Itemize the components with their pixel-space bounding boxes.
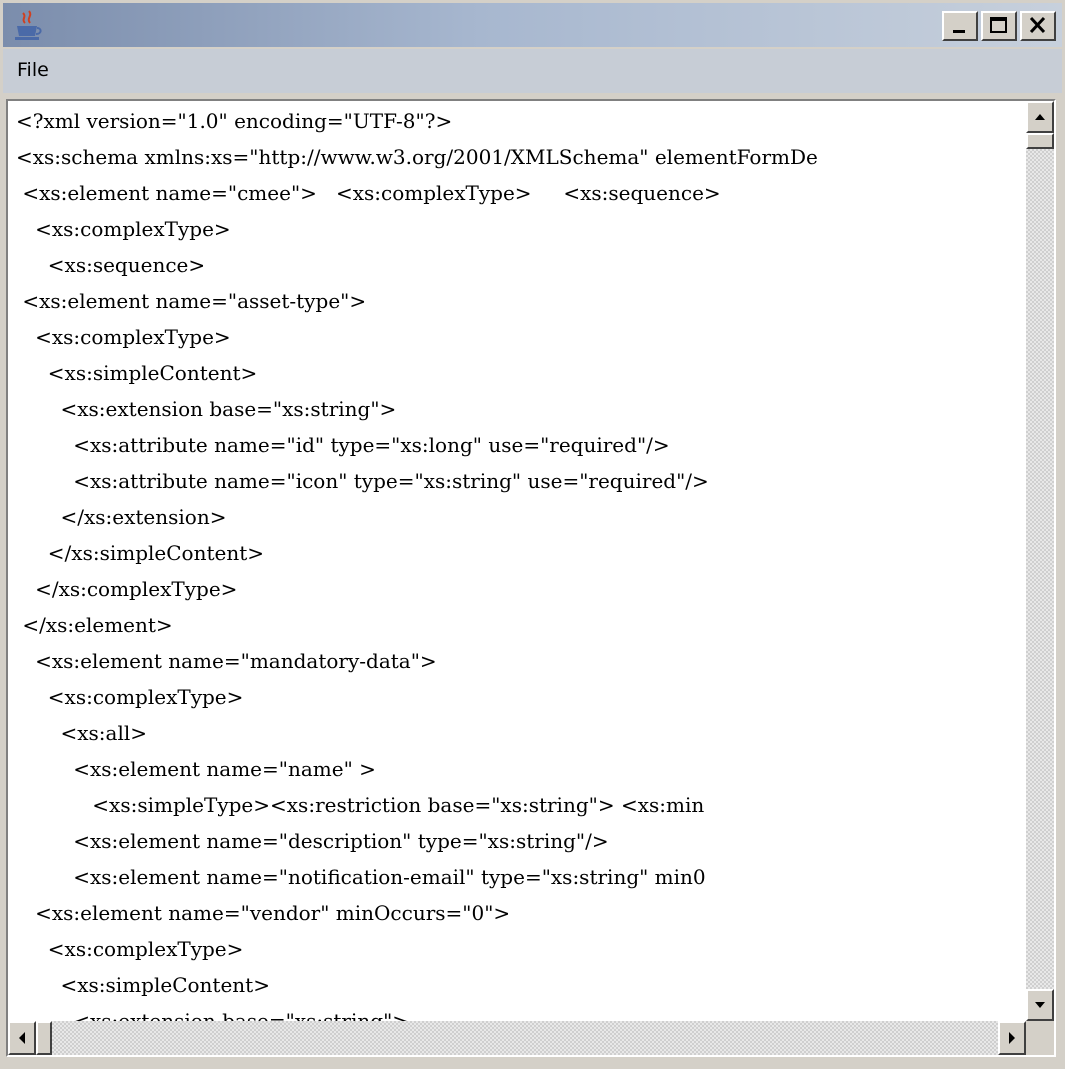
- scroll-up-button[interactable]: [1026, 101, 1054, 133]
- maximize-button[interactable]: [981, 11, 1017, 41]
- vertical-scrollbar[interactable]: [1026, 101, 1054, 1021]
- xml-text-area[interactable]: <?xml version="1.0" encoding="UTF-8"?> <x…: [8, 101, 1026, 1021]
- code-line: <xs:complexType>: [16, 325, 231, 349]
- arrow-up-icon: [1035, 114, 1045, 120]
- code-line: <xs:extension base="xs:string">: [16, 397, 397, 421]
- maximize-icon: [990, 17, 1007, 33]
- vertical-scroll-thumb[interactable]: [1026, 133, 1054, 149]
- title-bar[interactable]: [3, 3, 1062, 47]
- code-line: <xs:element name="name" >: [16, 757, 376, 781]
- horizontal-scroll-thumb[interactable]: [36, 1021, 52, 1055]
- window-controls: [942, 11, 1056, 41]
- minimize-button[interactable]: [942, 11, 978, 41]
- minimize-icon: [953, 30, 965, 33]
- menu-file[interactable]: File: [17, 59, 49, 81]
- close-icon: [1029, 16, 1046, 34]
- code-line: <xs:element name="asset-type">: [16, 289, 367, 313]
- code-line: </xs:extension>: [16, 505, 227, 529]
- code-line: <xs:complexType>: [16, 685, 244, 709]
- scroll-right-button[interactable]: [998, 1021, 1026, 1055]
- code-line: <xs:element name="description" type="xs:…: [16, 829, 609, 853]
- code-line: <xs:complexType>: [16, 217, 231, 241]
- code-line: <xs:attribute name="icon" type="xs:strin…: [16, 469, 709, 493]
- java-cup-icon: [15, 10, 42, 40]
- code-line: <xs:simpleContent>: [16, 361, 258, 385]
- arrow-left-icon: [19, 1032, 25, 1044]
- code-line: </xs:complexType>: [16, 577, 238, 601]
- code-line: <xs:simpleContent>: [16, 973, 270, 997]
- scrollbar-corner: [1026, 1021, 1054, 1055]
- code-line: <xs:element name="mandatory-data">: [16, 649, 437, 673]
- code-line: <xs:sequence>: [16, 253, 206, 277]
- horizontal-scrollbar[interactable]: [8, 1021, 1026, 1055]
- code-line: <xs:schema xmlns:xs="http://www.w3.org/2…: [16, 145, 818, 169]
- code-line: <xs:extension base="xs:string">: [16, 1009, 410, 1021]
- code-line: <?xml version="1.0" encoding="UTF-8"?>: [16, 109, 453, 133]
- code-line: <xs:complexType>: [16, 937, 244, 961]
- scroll-down-button[interactable]: [1026, 989, 1054, 1021]
- scroll-left-button[interactable]: [8, 1021, 36, 1055]
- code-line: <xs:simpleType><xs:restriction base="xs:…: [16, 793, 705, 817]
- arrow-right-icon: [1009, 1032, 1015, 1044]
- code-line: <xs:element name="vendor" minOccurs="0">: [16, 901, 511, 925]
- code-line: <xs:attribute name="id" type="xs:long" u…: [16, 433, 670, 457]
- code-line: <xs:element name="notification-email" ty…: [16, 865, 706, 889]
- code-line: <xs:element name="cmee"> <xs:complexType…: [16, 181, 721, 205]
- close-button[interactable]: [1020, 11, 1056, 41]
- menu-bar: File: [3, 49, 1062, 93]
- code-line: <xs:all>: [16, 721, 148, 745]
- code-line: </xs:element>: [16, 613, 173, 637]
- xml-text-area-frame: <?xml version="1.0" encoding="UTF-8"?> <x…: [6, 99, 1056, 1057]
- application-window: File <?xml version="1.0" encoding="UTF-8…: [0, 0, 1065, 1069]
- arrow-down-icon: [1035, 1002, 1045, 1008]
- code-line: </xs:simpleContent>: [16, 541, 264, 565]
